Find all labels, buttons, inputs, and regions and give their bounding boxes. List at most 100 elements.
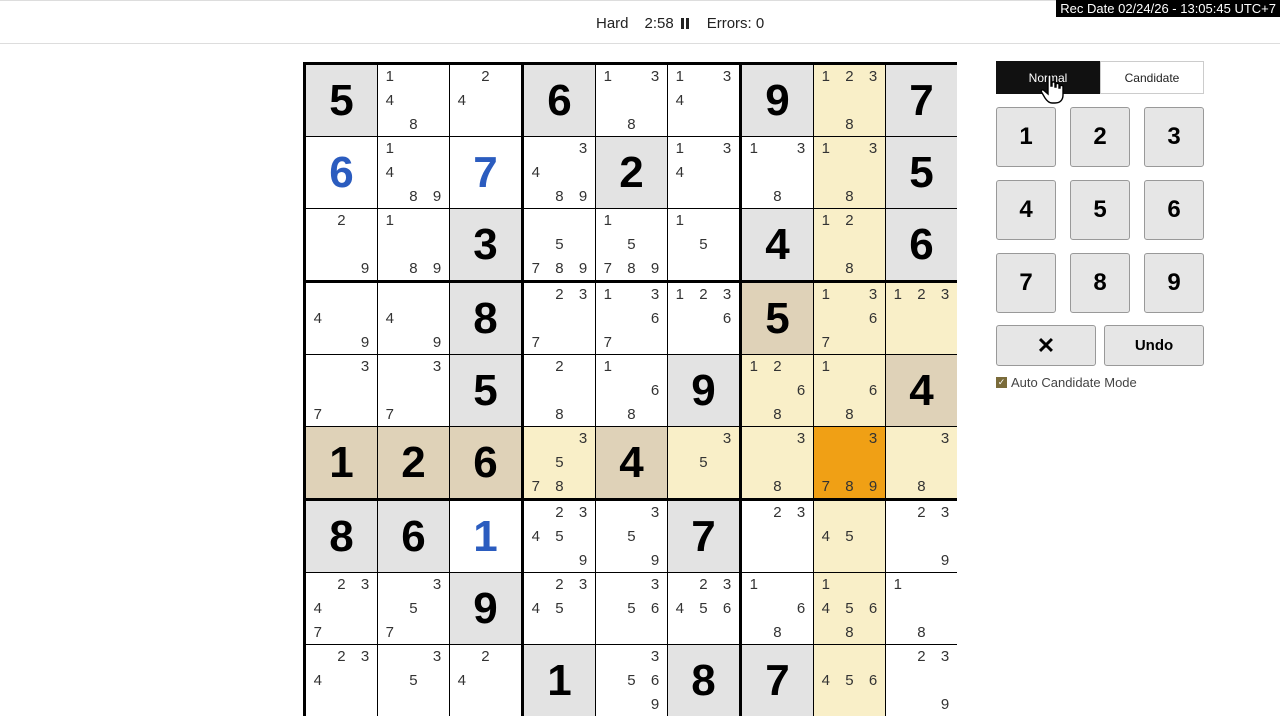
sudoku-cell[interactable]: 38 xyxy=(886,427,957,498)
sudoku-cell[interactable]: 1 3 8 xyxy=(814,137,885,208)
number-button-9[interactable]: 9 xyxy=(1144,253,1204,313)
sudoku-cell[interactable]: 23 4 xyxy=(306,645,377,716)
sudoku-cell[interactable]: 29 xyxy=(306,209,377,280)
sudoku-cell[interactable]: 1268 xyxy=(742,355,813,426)
sudoku-cell[interactable]: 49 xyxy=(378,283,449,354)
candidate-digit: 8 xyxy=(627,115,636,133)
candidate-digit: 5 xyxy=(555,599,564,617)
sudoku-cell[interactable]: 1 3 6 7 xyxy=(596,283,667,354)
sudoku-cell[interactable]: 3578 xyxy=(524,427,595,498)
sudoku-cell[interactable]: 49 xyxy=(306,283,377,354)
sudoku-cell[interactable]: 7 xyxy=(450,137,521,208)
sudoku-cell[interactable]: 6 xyxy=(378,501,449,572)
candidate-mode-button[interactable]: Candidate xyxy=(1100,61,1204,94)
sudoku-cell[interactable]: 2 xyxy=(596,137,667,208)
sudoku-cell[interactable]: 1 68 xyxy=(742,573,813,644)
sudoku-cell[interactable]: 356 9 xyxy=(596,645,667,716)
sudoku-cell[interactable]: 1 3 8 xyxy=(742,137,813,208)
sudoku-cell[interactable]: 6 xyxy=(524,65,595,136)
sudoku-cell[interactable]: 1 3 4 xyxy=(668,137,739,208)
sudoku-cell[interactable]: 7 xyxy=(668,501,739,572)
sudoku-cell[interactable]: 1 68 xyxy=(814,355,885,426)
sudoku-cell[interactable]: 6 xyxy=(450,427,521,498)
sudoku-cell[interactable]: 1 xyxy=(524,645,595,716)
sudoku-cell[interactable]: 23 xyxy=(742,501,813,572)
sudoku-cell[interactable]: 1 489 xyxy=(378,137,449,208)
sudoku-cell[interactable]: 3 789 xyxy=(814,427,885,498)
number-button-4[interactable]: 4 xyxy=(996,180,1056,240)
sudoku-cell[interactable]: 5 xyxy=(450,355,521,426)
number-button-5[interactable]: 5 xyxy=(1070,180,1130,240)
pause-icon[interactable] xyxy=(680,18,689,29)
sudoku-cell[interactable]: 24 xyxy=(450,645,521,716)
erase-button[interactable]: ✕ xyxy=(996,325,1096,366)
sudoku-cell[interactable]: 23 9 xyxy=(886,501,957,572)
sudoku-cell[interactable]: 45 xyxy=(814,501,885,572)
sudoku-cell[interactable]: 3 xyxy=(450,209,521,280)
sudoku-cell[interactable]: 24 xyxy=(450,65,521,136)
sudoku-cell[interactable]: 3 489 xyxy=(524,137,595,208)
sudoku-cell[interactable]: 5 xyxy=(886,137,957,208)
number-button-7[interactable]: 7 xyxy=(996,253,1056,313)
sudoku-cell[interactable]: 9 xyxy=(450,573,521,644)
number-button-2[interactable]: 2 xyxy=(1070,107,1130,167)
sudoku-cell[interactable]: 23 459 xyxy=(524,501,595,572)
sudoku-cell[interactable]: 1 3 8 xyxy=(596,65,667,136)
sudoku-cell[interactable]: 123 xyxy=(886,283,957,354)
sudoku-cell[interactable]: 6 xyxy=(886,209,957,280)
sudoku-cell[interactable]: 4 xyxy=(742,209,813,280)
sudoku-cell[interactable]: 8 xyxy=(306,501,377,572)
sudoku-cell[interactable]: 5789 xyxy=(524,209,595,280)
sudoku-cell[interactable]: 15789 xyxy=(596,209,667,280)
sudoku-cell[interactable]: 18 xyxy=(886,573,957,644)
sudoku-cell[interactable]: 1 xyxy=(306,427,377,498)
sudoku-cell[interactable]: 123 6 xyxy=(668,283,739,354)
sudoku-cell[interactable]: 356 xyxy=(596,573,667,644)
number-button-8[interactable]: 8 xyxy=(1070,253,1130,313)
sudoku-cell[interactable]: 1 3 4 xyxy=(668,65,739,136)
sudoku-cell[interactable]: 5 xyxy=(742,283,813,354)
sudoku-cell[interactable]: 37 xyxy=(306,355,377,426)
sudoku-cell[interactable]: 4 xyxy=(596,427,667,498)
number-button-1[interactable]: 1 xyxy=(996,107,1056,167)
sudoku-cell[interactable]: 37 xyxy=(378,355,449,426)
sudoku-cell[interactable]: 23 9 xyxy=(886,645,957,716)
sudoku-cell[interactable]: 1 89 xyxy=(378,209,449,280)
auto-candidate-toggle[interactable]: ✓ Auto Candidate Mode xyxy=(996,375,1137,390)
sudoku-cell[interactable]: 5 xyxy=(306,65,377,136)
sudoku-cell[interactable]: 359 xyxy=(596,501,667,572)
sudoku-cell[interactable]: 35 xyxy=(668,427,739,498)
sudoku-cell[interactable]: 35 xyxy=(378,645,449,716)
sudoku-cell[interactable]: 23 45 xyxy=(524,573,595,644)
sudoku-cell[interactable]: 123 8 xyxy=(814,65,885,136)
sudoku-cell[interactable]: 1 68 xyxy=(596,355,667,426)
undo-button[interactable]: Undo xyxy=(1104,325,1204,366)
sudoku-cell[interactable]: 7 xyxy=(742,645,813,716)
sudoku-cell[interactable]: 1 3 6 7 xyxy=(814,283,885,354)
sudoku-cell[interactable]: 12 8 xyxy=(814,209,885,280)
sudoku-cell[interactable]: 1 48 xyxy=(378,65,449,136)
checkbox-checked-icon[interactable]: ✓ xyxy=(996,377,1007,388)
cell-value: 4 xyxy=(619,437,644,487)
sudoku-cell[interactable]: 2 xyxy=(378,427,449,498)
sudoku-cell[interactable]: 1 xyxy=(450,501,521,572)
sudoku-cell[interactable]: 357 xyxy=(378,573,449,644)
sudoku-cell[interactable]: 1 4568 xyxy=(814,573,885,644)
sudoku-cell[interactable]: 456 xyxy=(814,645,885,716)
sudoku-cell[interactable]: 8 xyxy=(668,645,739,716)
sudoku-cell[interactable]: 23 7 xyxy=(524,283,595,354)
sudoku-cell[interactable]: 23 4 7 xyxy=(306,573,377,644)
sudoku-cell[interactable]: 15 xyxy=(668,209,739,280)
candidate-digit: 1 xyxy=(821,358,830,376)
number-button-3[interactable]: 3 xyxy=(1144,107,1204,167)
sudoku-cell[interactable]: 9 xyxy=(668,355,739,426)
sudoku-cell[interactable]: 9 xyxy=(742,65,813,136)
sudoku-cell[interactable]: 4 xyxy=(886,355,957,426)
sudoku-cell[interactable]: 7 xyxy=(886,65,957,136)
number-button-6[interactable]: 6 xyxy=(1144,180,1204,240)
sudoku-cell[interactable]: 6 xyxy=(306,137,377,208)
sudoku-cell[interactable]: 8 xyxy=(450,283,521,354)
sudoku-cell[interactable]: 23 456 xyxy=(668,573,739,644)
sudoku-cell[interactable]: 38 xyxy=(742,427,813,498)
sudoku-cell[interactable]: 28 xyxy=(524,355,595,426)
